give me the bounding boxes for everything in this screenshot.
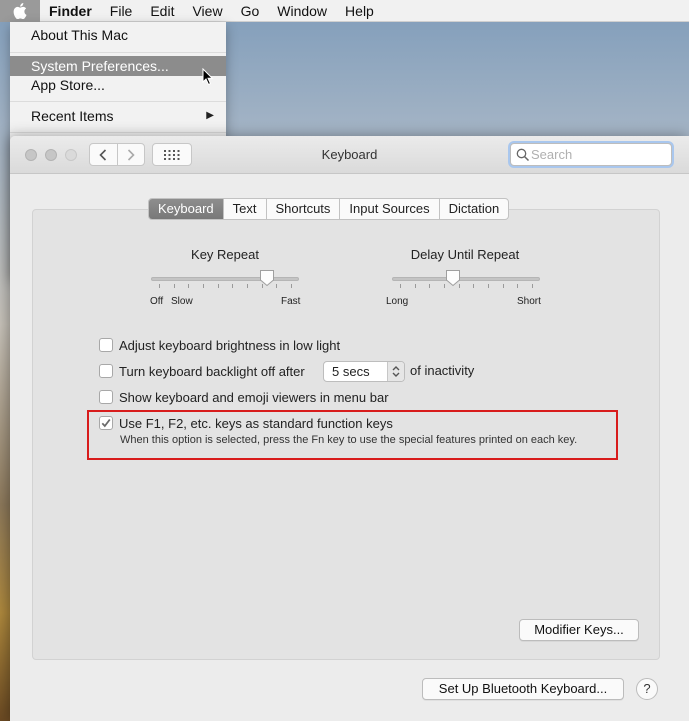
tab-keyboard[interactable]: Keyboard bbox=[149, 199, 223, 219]
mouse-cursor-icon bbox=[202, 68, 214, 86]
menu-finder[interactable]: Finder bbox=[40, 0, 101, 22]
minimize-window-button[interactable] bbox=[45, 149, 57, 161]
slider-tick bbox=[276, 284, 277, 288]
show-viewers-option[interactable]: Show keyboard and emoji viewers in menu … bbox=[99, 388, 389, 406]
about-this-mac-item[interactable]: About This Mac bbox=[10, 25, 226, 45]
close-window-button[interactable] bbox=[25, 149, 37, 161]
zoom-window-button[interactable] bbox=[65, 149, 77, 161]
forward-button[interactable] bbox=[116, 144, 144, 165]
key-repeat-off-label: Off bbox=[150, 296, 164, 307]
key-repeat-track bbox=[151, 277, 299, 281]
show-viewers-checkbox[interactable] bbox=[99, 390, 113, 404]
submenu-arrow-icon: ▶ bbox=[206, 110, 214, 121]
show-all-button[interactable] bbox=[152, 143, 192, 166]
backlight-off-label: Turn keyboard backlight off after bbox=[119, 363, 305, 379]
slider-tick bbox=[203, 284, 204, 288]
apple-logo-icon[interactable] bbox=[0, 0, 40, 22]
key-repeat-slow-label: Slow bbox=[171, 296, 193, 307]
backlight-timeout-popup[interactable]: 5 secs bbox=[323, 361, 405, 382]
chevron-left-icon bbox=[99, 148, 107, 161]
app-store-item[interactable]: App Store... bbox=[10, 75, 226, 95]
delay-until-repeat-title: Delay Until Repeat bbox=[410, 247, 520, 262]
adjust-brightness-label: Adjust keyboard brightness in low light bbox=[119, 337, 341, 353]
delay-until-repeat-track bbox=[392, 277, 540, 281]
slider-tick bbox=[400, 284, 401, 288]
adjust-brightness-option[interactable]: Adjust keyboard brightness in low light bbox=[99, 336, 340, 354]
menu-help[interactable]: Help bbox=[336, 0, 383, 22]
back-forward-controls bbox=[89, 143, 145, 166]
delay-until-repeat-slider[interactable] bbox=[392, 268, 540, 290]
menu-separator bbox=[10, 52, 226, 53]
key-repeat-slider[interactable] bbox=[151, 268, 299, 290]
slider-tick bbox=[218, 284, 219, 288]
search-field[interactable] bbox=[510, 143, 672, 166]
menu-edit[interactable]: Edit bbox=[141, 0, 183, 22]
delay-long-label: Long bbox=[386, 296, 409, 307]
chevron-right-icon bbox=[127, 148, 135, 161]
key-repeat-title: Key Repeat bbox=[191, 247, 259, 262]
slider-tick bbox=[459, 284, 460, 288]
tab-bar: Keyboard Text Shortcuts Input Sources Di… bbox=[148, 198, 510, 220]
show-viewers-label: Show keyboard and emoji viewers in menu … bbox=[119, 389, 389, 405]
slider-tick bbox=[247, 284, 248, 288]
search-input[interactable] bbox=[531, 146, 667, 163]
slider-tick bbox=[517, 284, 518, 288]
help-button[interactable]: ? bbox=[636, 678, 658, 700]
modifier-keys-button[interactable]: Modifier Keys... bbox=[519, 619, 639, 641]
highlight-annotation-box bbox=[87, 410, 618, 460]
tab-dictation[interactable]: Dictation bbox=[438, 199, 509, 219]
slider-tick bbox=[444, 284, 445, 288]
menu-file[interactable]: File bbox=[101, 0, 142, 22]
recent-items-label: Recent Items bbox=[31, 108, 114, 124]
slider-tick bbox=[488, 284, 489, 288]
backlight-off-option[interactable]: Turn keyboard backlight off after bbox=[99, 362, 305, 380]
slider-tick bbox=[159, 284, 160, 288]
keyboard-preferences-window: Keyboard Search Keyboard Text Shortcuts … bbox=[10, 136, 689, 721]
inactivity-label: of inactivity bbox=[410, 363, 475, 378]
up-down-arrows-icon bbox=[387, 362, 404, 381]
menu-view[interactable]: View bbox=[183, 0, 231, 22]
grid-icon bbox=[164, 149, 180, 160]
adjust-brightness-checkbox[interactable] bbox=[99, 338, 113, 352]
back-button[interactable] bbox=[90, 144, 117, 165]
slider-tick bbox=[415, 284, 416, 288]
backlight-timeout-value: 5 secs bbox=[332, 364, 370, 379]
tab-text[interactable]: Text bbox=[222, 199, 266, 219]
slider-tick bbox=[262, 284, 263, 288]
slider-tick bbox=[174, 284, 175, 288]
menu-separator bbox=[10, 132, 226, 133]
search-icon bbox=[516, 148, 530, 162]
key-repeat-fast-label: Fast bbox=[281, 296, 301, 307]
title-bar: Keyboard bbox=[10, 136, 689, 174]
menu-go[interactable]: Go bbox=[232, 0, 269, 22]
slider-tick bbox=[429, 284, 430, 288]
recent-items-item[interactable]: Recent Items ▶ bbox=[10, 106, 226, 126]
menu-bar: Finder File Edit View Go Window Help bbox=[0, 0, 689, 22]
menu-separator bbox=[10, 101, 226, 102]
backlight-off-checkbox[interactable] bbox=[99, 364, 113, 378]
slider-tick bbox=[291, 284, 292, 288]
slider-tick bbox=[503, 284, 504, 288]
tab-input-sources[interactable]: Input Sources bbox=[339, 199, 438, 219]
slider-tick bbox=[232, 284, 233, 288]
slider-tick bbox=[188, 284, 189, 288]
setup-bluetooth-keyboard-button[interactable]: Set Up Bluetooth Keyboard... bbox=[422, 678, 624, 700]
menu-window[interactable]: Window bbox=[268, 0, 336, 22]
tab-shortcuts[interactable]: Shortcuts bbox=[265, 199, 340, 219]
slider-tick bbox=[532, 284, 533, 288]
slider-tick bbox=[473, 284, 474, 288]
delay-short-label: Short bbox=[517, 296, 541, 307]
system-preferences-item[interactable]: System Preferences... bbox=[10, 56, 226, 76]
